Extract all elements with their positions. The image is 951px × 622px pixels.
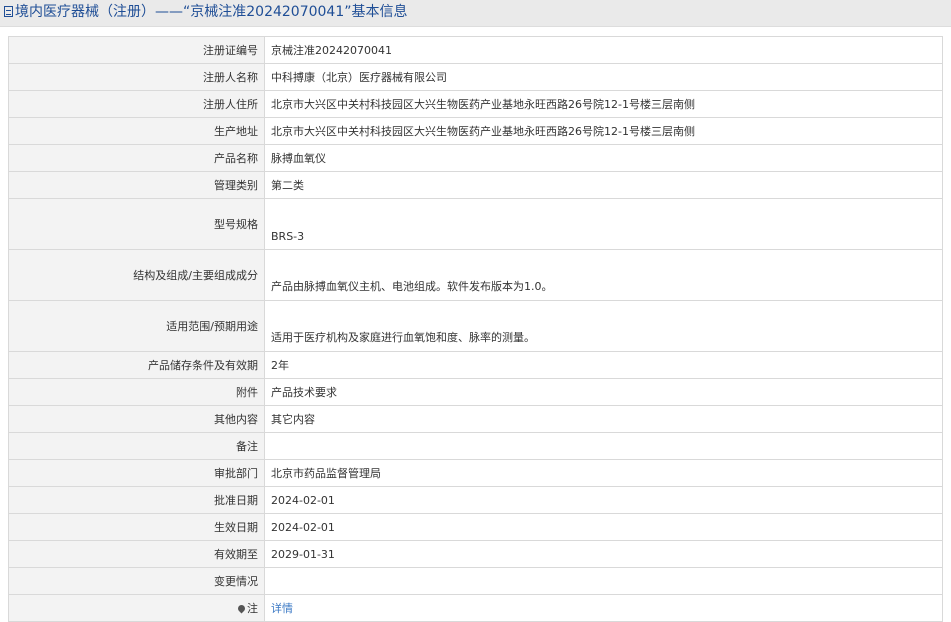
row-label-change-history: 变更情况 — [8, 567, 265, 595]
table-row: 管理类别 第二类 — [8, 171, 943, 199]
row-label-production-address: 生产地址 — [8, 117, 265, 145]
row-value-approval-department: 北京市药品监督管理局 — [264, 459, 943, 487]
row-label-other-content: 其他内容 — [8, 405, 265, 433]
row-value-production-address: 北京市大兴区中关村科技园区大兴生物医药产业基地永旺西路26号院12-1号楼三层南… — [264, 117, 943, 145]
row-value-registrant-address: 北京市大兴区中关村科技园区大兴生物医药产业基地永旺西路26号院12-1号楼三层南… — [264, 90, 943, 118]
row-value-effective-date: 2024-02-01 — [264, 513, 943, 541]
table-row: 其他内容 其它内容 — [8, 405, 943, 433]
row-value-attachment: 产品技术要求 — [264, 378, 943, 406]
table-row: 注册证编号 京械注准20242070041 — [8, 36, 943, 64]
table-row: 型号规格 BRS-3 — [8, 198, 943, 250]
page-title: 境内医疗器械（注册）——“京械注准20242070041”基本信息 — [15, 4, 408, 20]
row-label-management-category: 管理类别 — [8, 171, 265, 199]
row-value-note: 详情 — [264, 594, 943, 622]
row-label-registration-number: 注册证编号 — [8, 36, 265, 64]
row-value-registration-number: 京械注准20242070041 — [264, 36, 943, 64]
table-row: 注 详情 — [8, 594, 943, 622]
row-label-product-name: 产品名称 — [8, 144, 265, 172]
row-label-structure-composition: 结构及组成/主要组成成分 — [8, 249, 265, 301]
row-value-valid-until: 2029-01-31 — [264, 540, 943, 568]
row-value-storage-validity: 2年 — [264, 351, 943, 379]
row-label-registrant-address: 注册人住所 — [8, 90, 265, 118]
row-value-registrant-name: 中科搏康（北京）医疗器械有限公司 — [264, 63, 943, 91]
row-value-remarks — [264, 432, 943, 460]
table-row: 有效期至 2029-01-31 — [8, 540, 943, 568]
row-value-structure-composition: 产品由脉搏血氧仪主机、电池组成。软件发布版本为1.0。 — [264, 249, 943, 301]
row-label-approval-department: 审批部门 — [8, 459, 265, 487]
row-label-model-spec: 型号规格 — [8, 198, 265, 250]
table-row: 审批部门 北京市药品监督管理局 — [8, 459, 943, 487]
row-value-change-history — [264, 567, 943, 595]
row-value-model-spec: BRS-3 — [264, 198, 943, 250]
page-title-bar: 境内医疗器械（注册）——“京械注准20242070041”基本信息 — [0, 0, 951, 27]
table-row: 产品名称 脉搏血氧仪 — [8, 144, 943, 172]
note-label-text: 注 — [247, 602, 258, 615]
row-value-intended-use: 适用于医疗机构及家庭进行血氧饱和度、脉率的测量。 — [264, 300, 943, 352]
row-value-management-category: 第二类 — [264, 171, 943, 199]
device-info-table: 注册证编号 京械注准20242070041 注册人名称 中科搏康（北京）医疗器械… — [8, 36, 943, 622]
table-row: 备注 — [8, 432, 943, 460]
table-row: 批准日期 2024-02-01 — [8, 486, 943, 514]
table-row: 适用范围/预期用途 适用于医疗机构及家庭进行血氧饱和度、脉率的测量。 — [8, 300, 943, 352]
details-link[interactable]: 详情 — [271, 602, 293, 615]
row-value-other-content: 其它内容 — [264, 405, 943, 433]
row-label-remarks: 备注 — [8, 432, 265, 460]
row-label-note: 注 — [8, 594, 265, 622]
row-value-product-name: 脉搏血氧仪 — [264, 144, 943, 172]
row-label-storage-validity: 产品储存条件及有效期 — [8, 351, 265, 379]
row-value-approval-date: 2024-02-01 — [264, 486, 943, 514]
row-label-effective-date: 生效日期 — [8, 513, 265, 541]
table-row: 产品储存条件及有效期 2年 — [8, 351, 943, 379]
row-label-registrant-name: 注册人名称 — [8, 63, 265, 91]
table-row: 变更情况 — [8, 567, 943, 595]
table-row: 生效日期 2024-02-01 — [8, 513, 943, 541]
row-label-attachment: 附件 — [8, 378, 265, 406]
row-label-approval-date: 批准日期 — [8, 486, 265, 514]
table-row: 生产地址 北京市大兴区中关村科技园区大兴生物医药产业基地永旺西路26号院12-1… — [8, 117, 943, 145]
row-label-intended-use: 适用范围/预期用途 — [8, 300, 265, 352]
document-icon — [4, 6, 13, 17]
table-row: 附件 产品技术要求 — [8, 378, 943, 406]
table-row: 注册人住所 北京市大兴区中关村科技园区大兴生物医药产业基地永旺西路26号院12-… — [8, 90, 943, 118]
row-label-valid-until: 有效期至 — [8, 540, 265, 568]
table-row: 结构及组成/主要组成成分 产品由脉搏血氧仪主机、电池组成。软件发布版本为1.0。 — [8, 249, 943, 301]
pin-icon — [236, 603, 247, 614]
table-row: 注册人名称 中科搏康（北京）医疗器械有限公司 — [8, 63, 943, 91]
